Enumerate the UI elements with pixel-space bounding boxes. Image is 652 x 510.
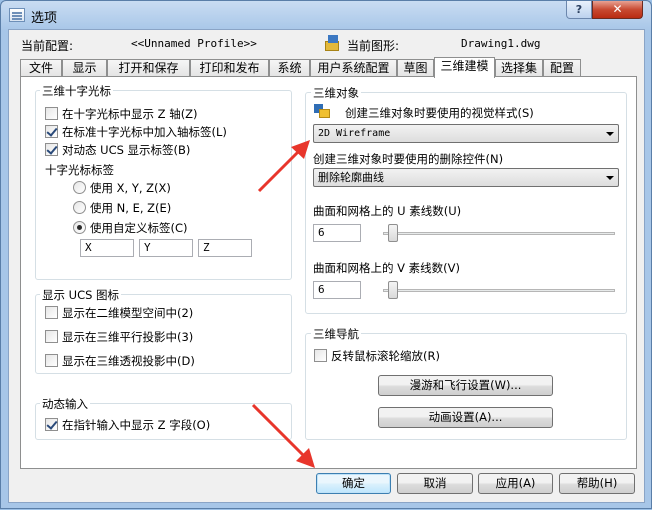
tab-3d-modeling[interactable]: 三维建模 — [434, 57, 495, 78]
v-isolines-slider-track[interactable] — [383, 289, 615, 292]
chevron-down-icon — [606, 132, 614, 136]
v-isolines-slider-thumb[interactable] — [388, 281, 398, 299]
dynamic-z-checkbox[interactable]: 在指针输入中显示 Z 字段(O) — [45, 418, 210, 432]
ucs-3d-perspective-box[interactable] — [45, 354, 58, 367]
help-button[interactable]: 帮助(H) — [559, 473, 635, 494]
dynamic-z-label: 在指针输入中显示 Z 字段(O) — [62, 418, 211, 432]
visual-style-value: 2D Wireframe — [318, 128, 391, 139]
ucs-3d-perspective-label: 显示在三维透视投影中(D) — [62, 354, 195, 368]
drawing-icon — [325, 35, 341, 51]
tab-profiles[interactable]: 配置 — [543, 59, 581, 77]
label-xyz-radio[interactable]: 使用 X, Y, Z(X) — [73, 181, 171, 195]
ucs-icon-group-title: 显示 UCS 图标 — [40, 287, 122, 303]
tab-display[interactable]: 显示 — [62, 59, 107, 77]
v-isolines-input[interactable]: 6 — [313, 281, 361, 299]
options-dialog: 选项 ? ✕ 当前配置: <<Unnamed Profile>> 当前图形: D… — [0, 0, 652, 509]
dynamic-z-box[interactable] — [45, 418, 58, 431]
custom-z-input[interactable]: Z — [198, 239, 252, 257]
reverse-wheel-box[interactable] — [314, 349, 327, 362]
animation-settings-button[interactable]: 动画设置(A)... — [378, 407, 553, 428]
label-nez-radio-dot[interactable] — [73, 201, 86, 214]
u-isolines-label: 曲面和网格上的 U 素线数(U) — [313, 204, 462, 218]
dynamic-ucs-label: 对动态 UCS 显示标签(B) — [62, 143, 191, 157]
objects-3d-group-title: 三维对象 — [311, 85, 361, 101]
label-nez-text: 使用 N, E, Z(E) — [90, 201, 172, 215]
dynamic-input-group-title: 动态输入 — [40, 396, 90, 412]
tab-files[interactable]: 文件 — [20, 59, 62, 77]
label-nez-radio[interactable]: 使用 N, E, Z(E) — [73, 201, 171, 215]
deletion-control-label: 创建三维对象时要使用的删除控件(N) — [313, 152, 504, 166]
dynamic-ucs-checkbox[interactable]: 对动态 UCS 显示标签(B) — [45, 143, 190, 157]
close-button[interactable]: ✕ — [592, 1, 643, 19]
apply-button[interactable]: 应用(A) — [478, 473, 553, 494]
label-xyz-radio-dot[interactable] — [73, 181, 86, 194]
tab-panel-3d-modeling: 三维十字光标 在十字光标中显示 Z 轴(Z) 在标准十字光标中加入轴标签(L) … — [20, 76, 637, 469]
visual-style-icon — [314, 104, 330, 118]
u-isolines-slider-track[interactable] — [383, 232, 615, 235]
ucs-3d-parallel-checkbox[interactable]: 显示在三维平行投影中(3) — [45, 330, 193, 344]
ok-button[interactable]: 确定 — [316, 473, 391, 494]
tab-plot-publish[interactable]: 打印和发布 — [190, 59, 269, 77]
ucs-3d-parallel-box[interactable] — [45, 330, 58, 343]
cancel-button[interactable]: 取消 — [397, 473, 473, 494]
ucs-2d-checkbox[interactable]: 显示在二维模型空间中(2) — [45, 306, 193, 320]
dialog-title: 选项 — [31, 11, 58, 26]
custom-x-input[interactable]: X — [80, 239, 134, 257]
v-isolines-label: 曲面和网格上的 V 素线数(V) — [313, 261, 461, 275]
current-profile-value: <<Unnamed Profile>> — [131, 37, 257, 50]
dialog-icon — [9, 8, 25, 22]
axis-labels-box[interactable] — [45, 125, 58, 138]
dialog-client: 当前配置: <<Unnamed Profile>> 当前图形: Drawing1… — [8, 29, 645, 503]
walk-fly-settings-button[interactable]: 漫游和飞行设置(W)... — [378, 375, 553, 396]
tab-selection[interactable]: 选择集 — [495, 59, 543, 77]
current-drawing-label: 当前图形: — [347, 39, 400, 53]
show-z-axis-box[interactable] — [45, 107, 58, 120]
reverse-wheel-label: 反转鼠标滚轮缩放(R) — [331, 349, 440, 363]
current-drawing-value: Drawing1.dwg — [461, 37, 541, 50]
show-z-axis-checkbox[interactable]: 在十字光标中显示 Z 轴(Z) — [45, 107, 198, 121]
chevron-down-icon — [606, 176, 614, 180]
help-title-button[interactable]: ? — [566, 1, 592, 19]
current-profile-label: 当前配置: — [21, 39, 74, 53]
label-custom-text: 使用自定义标签(C) — [90, 221, 188, 235]
label-xyz-text: 使用 X, Y, Z(X) — [90, 181, 171, 195]
label-custom-radio[interactable]: 使用自定义标签(C) — [73, 221, 188, 235]
deletion-control-dropdown[interactable]: 删除轮廓曲线 — [313, 168, 619, 187]
dynamic-ucs-box[interactable] — [45, 143, 58, 156]
title-bar[interactable]: 选项 ? ✕ — [1, 1, 651, 29]
crosshair-group-title: 三维十字光标 — [40, 83, 113, 99]
reverse-wheel-checkbox[interactable]: 反转鼠标滚轮缩放(R) — [314, 349, 440, 363]
axis-labels-checkbox[interactable]: 在标准十字光标中加入轴标签(L) — [45, 125, 227, 139]
crosshair-labels-title: 十字光标标签 — [45, 163, 114, 177]
custom-y-input[interactable]: Y — [139, 239, 193, 257]
tab-user-preferences[interactable]: 用户系统配置 — [310, 59, 397, 77]
deletion-control-value: 删除轮廓曲线 — [318, 171, 384, 184]
ucs-2d-box[interactable] — [45, 306, 58, 319]
ucs-3d-parallel-label: 显示在三维平行投影中(3) — [62, 330, 194, 344]
ucs-2d-label: 显示在二维模型空间中(2) — [62, 306, 194, 320]
axis-labels-label: 在标准十字光标中加入轴标签(L) — [62, 125, 227, 139]
tab-open-save[interactable]: 打开和保存 — [107, 59, 190, 77]
tab-system[interactable]: 系统 — [269, 59, 310, 77]
u-isolines-slider-thumb[interactable] — [388, 224, 398, 242]
ucs-3d-perspective-checkbox[interactable]: 显示在三维透视投影中(D) — [45, 354, 195, 368]
label-custom-radio-dot[interactable] — [73, 221, 86, 234]
u-isolines-input[interactable]: 6 — [313, 224, 361, 242]
show-z-axis-label: 在十字光标中显示 Z 轴(Z) — [62, 107, 198, 121]
tab-drafting[interactable]: 草图 — [397, 59, 434, 77]
navigation-3d-group-title: 三维导航 — [311, 326, 361, 342]
visual-style-label: 创建三维对象时要使用的视觉样式(S) — [345, 106, 534, 120]
visual-style-dropdown[interactable]: 2D Wireframe — [313, 124, 619, 143]
